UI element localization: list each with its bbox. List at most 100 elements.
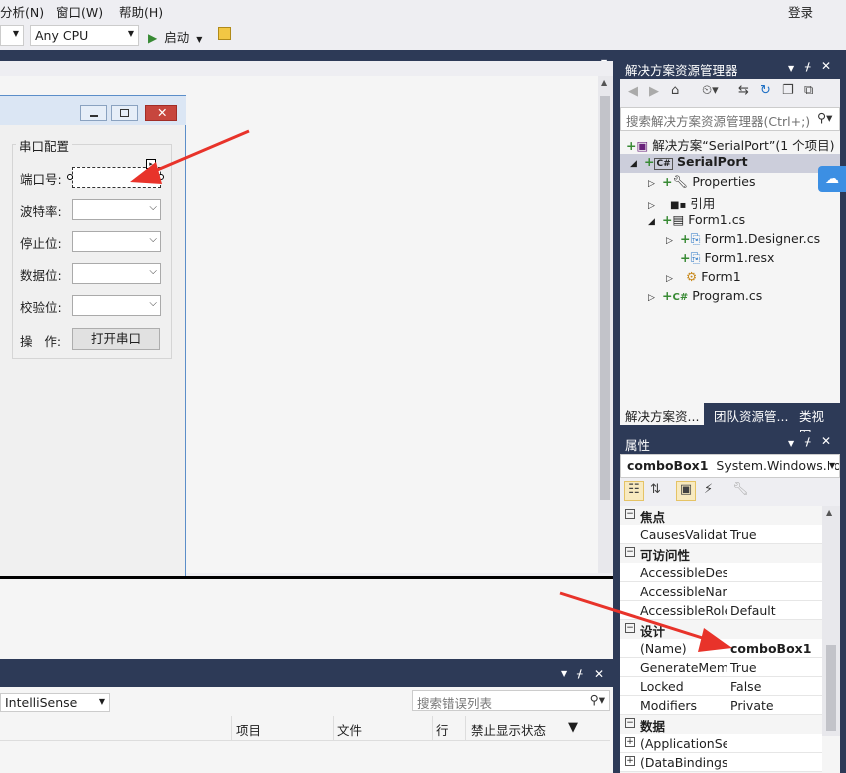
refresh-icon[interactable]: ↻ bbox=[760, 83, 771, 98]
category-data[interactable]: − 数据 bbox=[620, 715, 822, 734]
databit-combo[interactable]: ⌵ bbox=[72, 263, 161, 284]
tab-solution-explorer[interactable]: 解决方案资... bbox=[620, 403, 705, 425]
property-row[interactable]: AccessibleRole Default bbox=[620, 601, 822, 620]
tree-item-references[interactable]: ▷ ■▪ 引用 bbox=[648, 193, 715, 212]
port-label: 端口号: bbox=[20, 172, 62, 187]
property-row[interactable]: CausesValidati True bbox=[620, 525, 822, 544]
property-row[interactable]: GenerateMeml True bbox=[620, 658, 822, 677]
tab-team-explorer[interactable]: 团队资源管... bbox=[709, 403, 793, 425]
cloud-sync-icon[interactable]: ☁ bbox=[818, 166, 846, 192]
category-accessibility[interactable]: − 可访问性 bbox=[620, 544, 822, 563]
tree-item-solution[interactable]: +▣ 解决方案“SerialPort”(1 个项目) bbox=[626, 135, 835, 154]
property-row[interactable]: (Name) comboBox1 bbox=[620, 639, 822, 658]
pin-icon[interactable]: ᚋ bbox=[577, 667, 582, 680]
close-icon[interactable]: ✕ bbox=[821, 434, 831, 448]
tree-item-project[interactable]: ◢ + C# SerialPort bbox=[620, 154, 840, 173]
column-suppression[interactable]: 禁止显示状态 bbox=[471, 720, 546, 739]
tree-item-properties[interactable]: ▷ +🔧︎ Properties bbox=[648, 174, 756, 193]
property-row[interactable]: AccessibleDesc bbox=[620, 563, 822, 582]
category-focus[interactable]: − 焦点 bbox=[620, 506, 822, 525]
close-icon[interactable]: ✕ bbox=[145, 105, 177, 121]
open-port-button[interactable]: 打开串口 bbox=[72, 328, 160, 350]
events-icon[interactable]: ⚡ bbox=[704, 482, 713, 497]
search-icon[interactable]: ⚲▾ bbox=[817, 110, 832, 125]
home-icon[interactable]: ⌂ bbox=[671, 83, 679, 98]
filter-icon[interactable]: ▼ bbox=[568, 720, 578, 735]
minimize-icon[interactable] bbox=[80, 105, 107, 121]
column-project[interactable]: 项目 bbox=[236, 720, 261, 739]
property-row[interactable]: Modifiers Private bbox=[620, 696, 822, 715]
solution-explorer-title: 解决方案资源管理器 bbox=[625, 63, 738, 78]
close-icon[interactable]: ✕ bbox=[821, 59, 831, 73]
port-combo[interactable]: ⌵ bbox=[72, 167, 161, 188]
forward-icon[interactable]: ▶ bbox=[649, 84, 659, 99]
menu-help[interactable]: 帮助(H) bbox=[119, 2, 163, 21]
solution-explorer-titlebar: 解决方案资源管理器 ▼ ᚋ ✕ bbox=[620, 57, 840, 79]
solution-tree: +▣ 解决方案“SerialPort”(1 个项目) ◢ + C# SerialPo… bbox=[620, 131, 840, 403]
platform-value: Any CPU bbox=[35, 28, 89, 43]
pin-icon[interactable]: ᚋ bbox=[805, 60, 810, 73]
column-line[interactable]: 行 bbox=[436, 720, 449, 739]
tree-item-designer[interactable]: ▷ +⎘ Form1.Designer.cs bbox=[666, 231, 820, 250]
solution-explorer-tabs: 解决方案资... 团队资源管... 类视图 bbox=[620, 403, 840, 443]
tree-item-program[interactable]: ▷ +C# Program.cs bbox=[648, 288, 762, 307]
resize-handle-right[interactable] bbox=[158, 174, 164, 180]
properties-view-icon[interactable]: ▣ bbox=[676, 481, 696, 501]
stopbit-combo[interactable]: ⌵ bbox=[72, 231, 161, 252]
tab-class-view[interactable]: 类视图 bbox=[794, 403, 840, 443]
properties-object-selector[interactable]: comboBox1 System.Windows.For ▼ bbox=[620, 454, 840, 478]
column-file[interactable]: 文件 bbox=[337, 720, 362, 739]
login-link[interactable]: 登录 bbox=[788, 2, 813, 21]
tree-item-form1-class[interactable]: ▷ ⚙ Form1 bbox=[666, 269, 741, 288]
error-list-header: 项目 文件 行 禁止显示状态 ▼ bbox=[0, 716, 610, 741]
menu-window[interactable]: 窗口(W) bbox=[56, 2, 103, 21]
history-icon[interactable]: ⏲▾ bbox=[702, 83, 719, 98]
start-label: 启动 bbox=[164, 30, 190, 45]
resize-handle-left[interactable] bbox=[67, 174, 73, 180]
properties-scroll-thumb[interactable] bbox=[826, 645, 836, 731]
category-design[interactable]: − 设计 bbox=[620, 620, 822, 639]
form-window[interactable]: ✕ 串口配置 端口号: ⌵ ▸ 波特率: ⌵ 停止位: ⌵ 数据位: ⌵ 校验位… bbox=[0, 95, 186, 577]
parity-combo[interactable]: ⌵ bbox=[72, 295, 161, 316]
close-icon[interactable]: ✕ bbox=[594, 667, 604, 681]
alphabetical-icon[interactable]: ⇅ bbox=[650, 482, 661, 497]
baud-combo[interactable]: ⌵ bbox=[72, 199, 161, 220]
error-search-input[interactable]: 搜索错误列表 ⚲▾ bbox=[412, 690, 610, 711]
class-icon: ⚙ bbox=[686, 269, 698, 284]
designer-scroll-thumb[interactable] bbox=[600, 96, 610, 500]
maximize-icon[interactable] bbox=[111, 105, 138, 121]
error-filter-combo[interactable]: IntelliSense ▼ bbox=[0, 693, 110, 712]
config-combo[interactable]: ▼ bbox=[0, 25, 24, 46]
dropdown-icon[interactable]: ▼ bbox=[788, 439, 794, 448]
smart-tag-icon[interactable]: ▸ bbox=[146, 159, 156, 169]
csharp-file-icon: C# bbox=[672, 292, 689, 303]
platform-combo[interactable]: Any CPU ▼ bbox=[30, 25, 139, 46]
menu-analyze[interactable]: 分析(N) bbox=[0, 2, 44, 21]
tree-item-form1cs[interactable]: ◢ +▤ Form1.cs bbox=[648, 212, 745, 231]
property-row[interactable]: + (DataBindings) bbox=[620, 753, 822, 772]
property-row[interactable]: Locked False bbox=[620, 677, 822, 696]
property-pages-icon[interactable]: 🔧︎ bbox=[732, 482, 749, 497]
error-list-titlebar: ▼ ᚋ ✕ bbox=[0, 665, 613, 687]
start-button[interactable]: ▶ 启动 ▼ bbox=[148, 27, 202, 46]
collapse-icon[interactable]: ❐ bbox=[782, 83, 794, 98]
search-icon[interactable]: ⚲▾ bbox=[590, 692, 605, 707]
references-icon: ■▪ bbox=[670, 200, 687, 211]
properties-title: 属性 bbox=[625, 438, 651, 453]
pin-icon[interactable]: ᚋ bbox=[805, 435, 810, 448]
property-row[interactable]: + (ApplicationSet bbox=[620, 734, 822, 753]
categorized-icon[interactable]: ☷ bbox=[624, 481, 644, 501]
tree-item-resx[interactable]: +⎘ Form1.resx bbox=[680, 250, 774, 269]
find-icon[interactable] bbox=[218, 27, 231, 40]
copy-icon[interactable]: ⧉ bbox=[804, 83, 813, 98]
dropdown-icon[interactable]: ▼ bbox=[788, 64, 794, 73]
dropdown-icon[interactable]: ▼ bbox=[561, 669, 567, 678]
property-row[interactable]: AccessibleNam bbox=[620, 582, 822, 601]
solution-search-input[interactable]: 搜索解决方案资源管理器(Ctrl+;) ⚲▾ bbox=[620, 107, 840, 131]
properties-toolbar: ☷ ⇅ ▣ ⚡ 🔧︎ bbox=[620, 478, 840, 506]
error-filter-value: IntelliSense bbox=[5, 695, 78, 710]
form-file-icon: ▤ bbox=[672, 212, 685, 227]
back-icon[interactable]: ◀ bbox=[628, 84, 638, 99]
properties-titlebar: 属性 ▼ ᚋ ✕ bbox=[620, 432, 840, 454]
sync-icon[interactable]: ⇆ bbox=[738, 83, 749, 98]
